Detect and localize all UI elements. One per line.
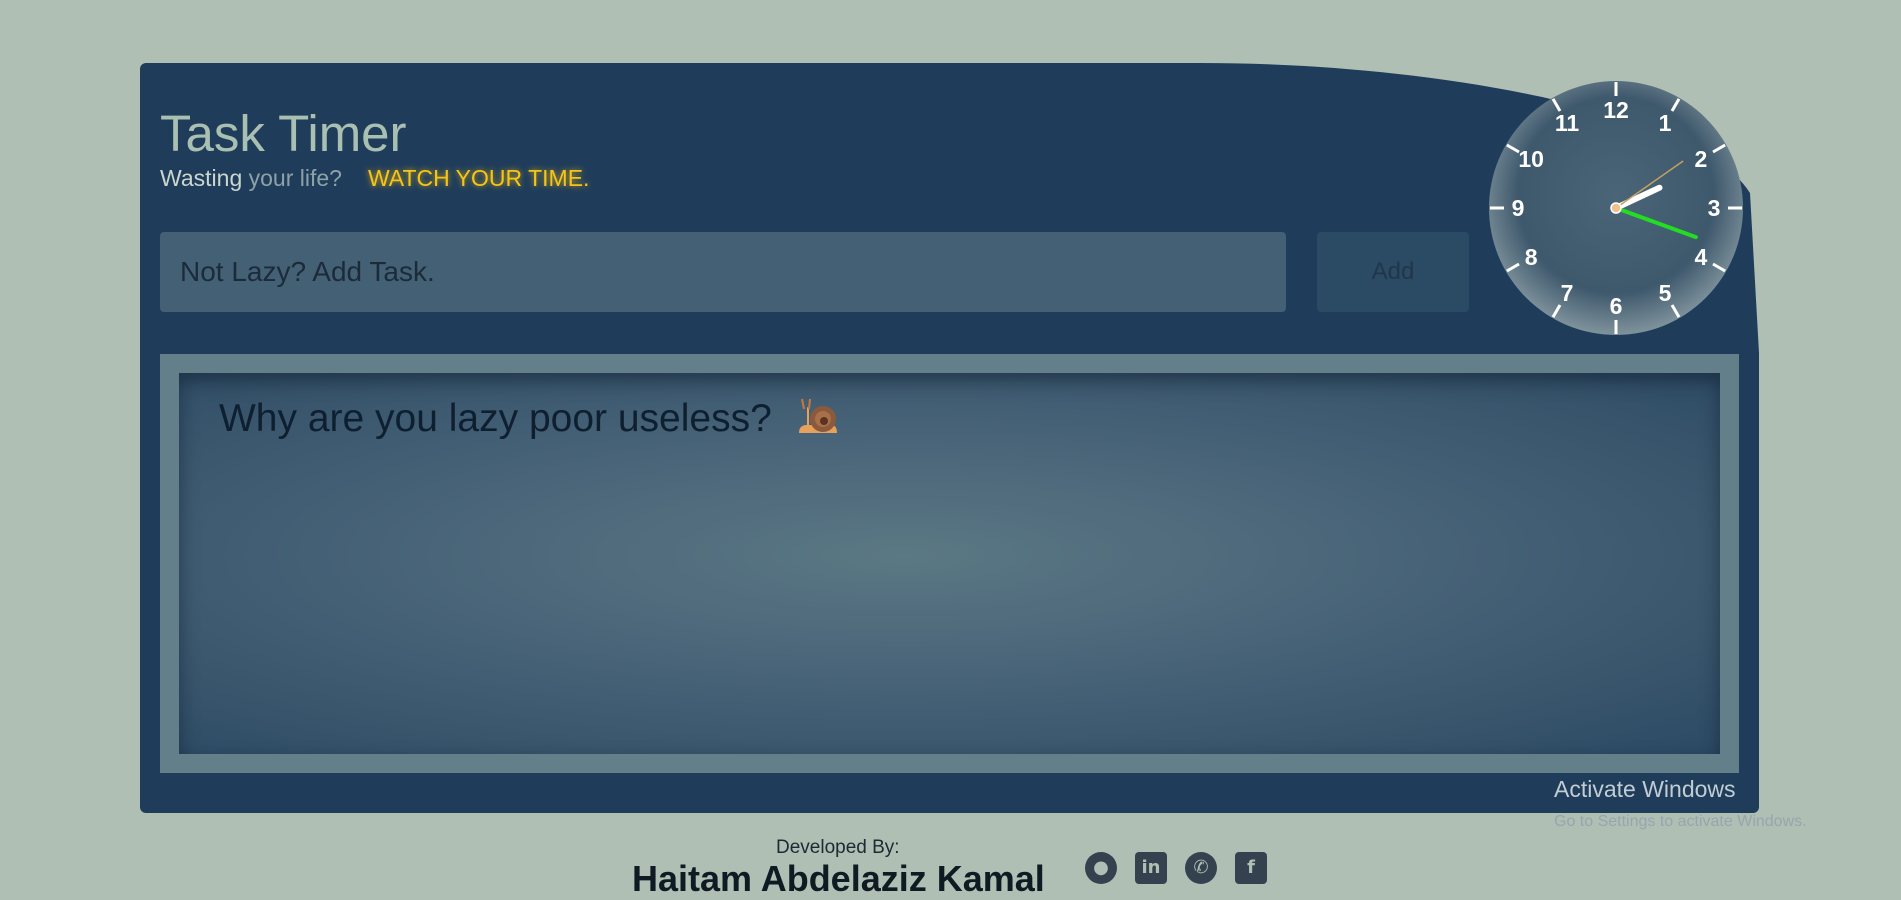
snail-icon [798,398,837,433]
tasks-list: Why are you lazy poor useless? [179,373,1720,754]
analog-clock: 12 1 2 3 4 5 6 7 8 9 10 11 [1479,78,1753,352]
clock-center-pin [1610,202,1622,214]
developed-by-label: Developed By: [776,837,900,858]
social-links: ● in ✆ f [1085,852,1267,884]
developer-name: Haitam Abdelaziz Kamal [632,858,1045,899]
clock-number: 4 [1694,244,1707,270]
header: Task Timer Wasting your life? WATCH YOUR … [160,105,589,192]
clock-number: 10 [1518,146,1544,172]
clock-number: 7 [1561,280,1574,306]
clock-number: 12 [1603,97,1629,123]
tagline-part-1: Wasting [160,165,243,191]
page-title: Task Timer [160,105,407,162]
empty-tasks-message: Why are you lazy poor useless? [219,395,839,441]
clock-number: 1 [1659,110,1672,136]
add-task-input[interactable] [160,232,1286,312]
clock-number: 9 [1512,195,1525,221]
activate-title: Activate Windows [1554,776,1736,802]
clock-number: 2 [1694,146,1707,172]
linkedin-icon[interactable]: in [1135,852,1167,884]
add-task-button[interactable]: Add [1317,232,1469,312]
tagline-part-2: your life? [242,165,342,191]
clock-number: 8 [1525,244,1538,270]
clock-number: 11 [1555,110,1580,136]
empty-tasks-text: Why are you lazy poor useless? [219,397,772,440]
facebook-icon[interactable]: f [1235,852,1267,884]
windows-activation-watermark: Activate Windows Go to Settings to activ… [1554,776,1807,831]
clock-number: 3 [1708,195,1721,221]
clock-number: 5 [1659,280,1672,306]
activate-subtitle: Go to Settings to activate Windows. [1554,813,1807,830]
tagline: Wasting your life? WATCH YOUR TIME. [160,165,589,192]
github-icon[interactable]: ● [1085,852,1117,884]
whatsapp-icon[interactable]: ✆ [1185,852,1217,884]
clock-number: 6 [1610,293,1623,319]
tagline-highlight: WATCH YOUR TIME. [367,165,590,191]
tasks-container: Why are you lazy poor useless? [160,354,1739,773]
